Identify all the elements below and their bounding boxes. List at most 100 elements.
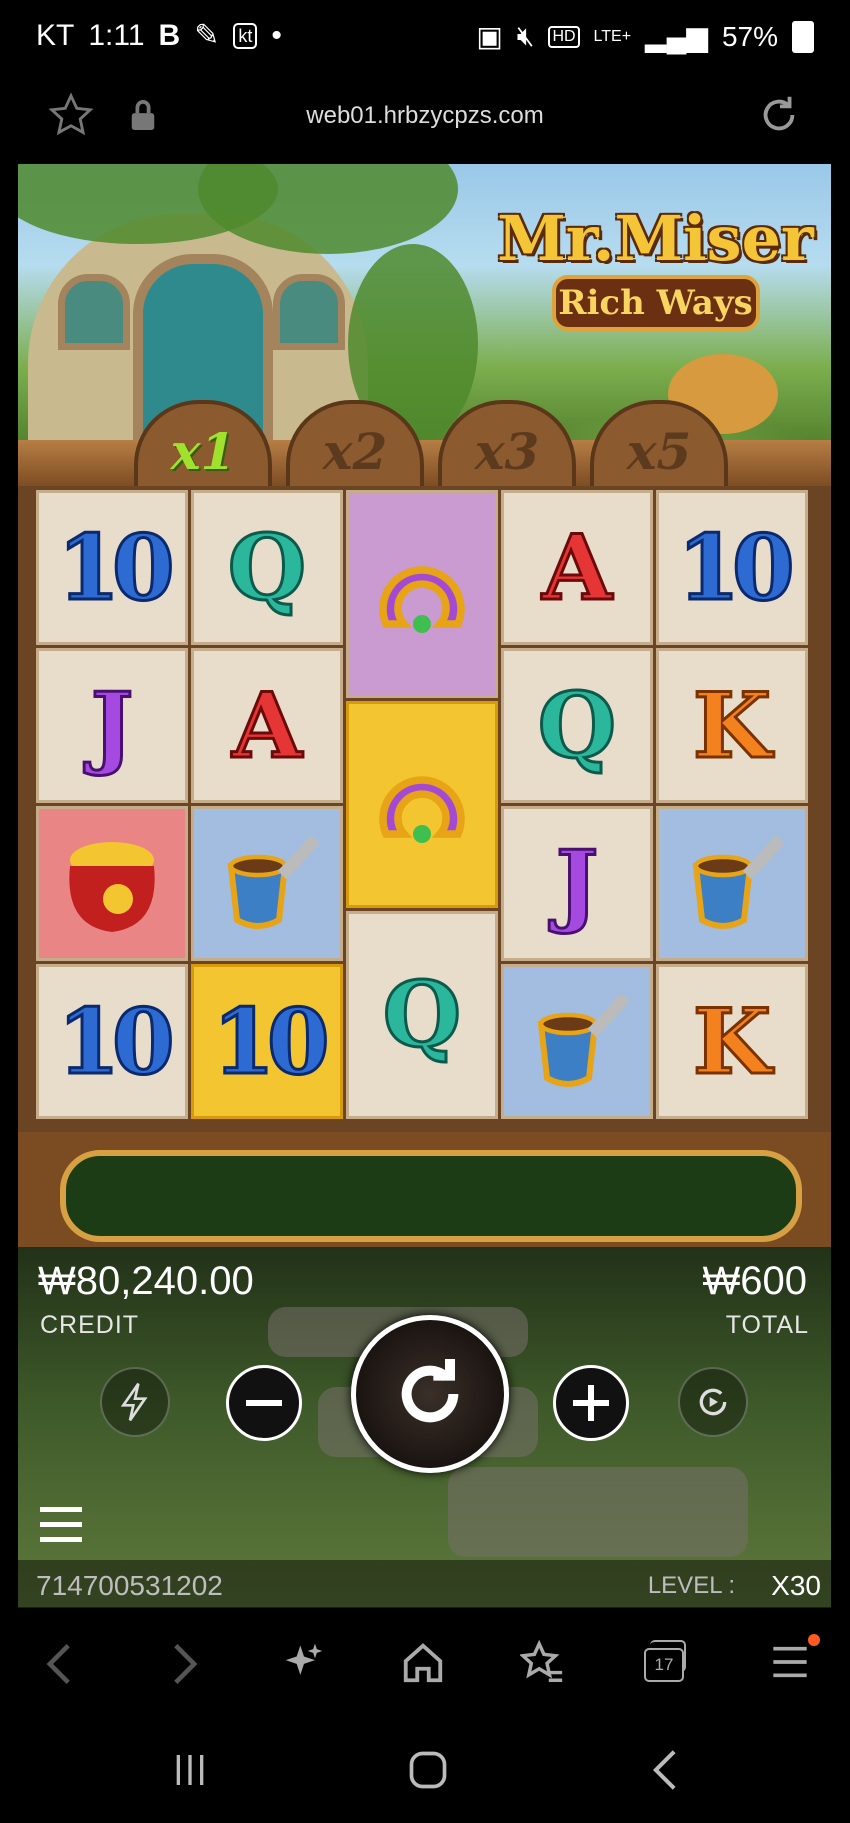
game-canvas[interactable]: Mr.Miser Rich Ways x1 x2 x3 x5 10 J 10 Q A 10… bbox=[18, 164, 831, 1608]
horseshoe-icon bbox=[379, 776, 465, 844]
battery-icon bbox=[792, 20, 814, 53]
reel-symbol-pot-of-gold bbox=[36, 806, 188, 961]
reel-symbol-K: K bbox=[656, 648, 808, 803]
reel-symbol-Q: Q bbox=[346, 911, 498, 1119]
house-window bbox=[58, 274, 130, 350]
hd-icon: HD bbox=[548, 25, 580, 48]
message-panel bbox=[60, 1150, 802, 1242]
forward-icon[interactable] bbox=[170, 1642, 200, 1686]
carrier-label: KT bbox=[36, 18, 75, 52]
reel-symbol-A: A bbox=[191, 648, 343, 803]
reel-grid: 10 J 10 Q A 10 Q A Q J 10 K K bbox=[18, 486, 831, 1134]
symbol-letter: 10 bbox=[211, 987, 331, 1096]
control-area: ₩80,240.00 CREDIT ₩600 TOTAL bbox=[18, 1247, 831, 1607]
symbol-letter: A bbox=[231, 671, 304, 780]
total-bet-value: ₩600 bbox=[702, 1259, 808, 1303]
game-logo: Mr.Miser Rich Ways bbox=[493, 202, 818, 342]
browser-bottom-bar: 17 bbox=[0, 1610, 850, 1720]
symbol-letter: Q bbox=[381, 961, 462, 1070]
increase-bet-button[interactable] bbox=[553, 1365, 629, 1441]
symbol-letter: Q bbox=[536, 671, 617, 780]
total-bet-label: TOTAL bbox=[725, 1311, 809, 1339]
symbol-letter: J bbox=[554, 829, 600, 938]
stone-path bbox=[448, 1467, 748, 1557]
logo-subtitle: Rich Ways bbox=[551, 275, 760, 331]
tabs-button[interactable]: 17 bbox=[644, 1640, 686, 1682]
notification-dot: • bbox=[271, 18, 282, 52]
mute-icon: 🔇︎ bbox=[516, 20, 535, 51]
recent-apps-icon[interactable] bbox=[170, 1750, 210, 1790]
reel-symbol-pipe bbox=[191, 806, 343, 961]
autoplay-button[interactable] bbox=[678, 1367, 748, 1437]
session-id: 714700531202 bbox=[36, 1570, 223, 1601]
spin-button[interactable] bbox=[351, 1315, 509, 1473]
symbol-letter: K bbox=[691, 987, 772, 1096]
autoplay-icon bbox=[699, 1388, 727, 1416]
turbo-button[interactable] bbox=[100, 1367, 170, 1437]
minus-icon bbox=[246, 1400, 282, 1406]
browser-menu-icon[interactable] bbox=[770, 1644, 810, 1680]
reel-symbol-pipe bbox=[501, 964, 653, 1119]
back-icon[interactable] bbox=[44, 1642, 74, 1686]
game-background-scene: Mr.Miser Rich Ways bbox=[18, 164, 831, 454]
horseshoe-icon bbox=[379, 566, 465, 633]
level-label: LEVEL : bbox=[647, 1572, 735, 1599]
clock: 1:11 bbox=[88, 18, 145, 52]
house-window bbox=[273, 274, 345, 350]
reel-symbol-pipe bbox=[656, 806, 808, 961]
symbol-letter: K bbox=[691, 671, 772, 780]
spin-arrow-icon bbox=[401, 1359, 459, 1423]
message-panel-frame bbox=[18, 1132, 831, 1247]
level-value: X30 bbox=[771, 1570, 821, 1601]
logo-title: Mr.Miser bbox=[497, 202, 814, 275]
status-bar: KT 1:11 B ✎ kt • ▣ 🔇︎ HD LTE+ ▂▄▆ 57% bbox=[0, 0, 850, 80]
battery-percent: 57% bbox=[721, 20, 778, 52]
reel-symbol-A: A bbox=[501, 490, 653, 645]
sparkle-icon[interactable] bbox=[282, 1640, 326, 1684]
reel-symbol-horseshoe bbox=[346, 490, 498, 698]
reel-symbol-Q: Q bbox=[501, 648, 653, 803]
pipe-icon bbox=[537, 992, 630, 1087]
reel-symbol-horseshoe bbox=[346, 700, 498, 909]
plus-icon bbox=[573, 1385, 609, 1421]
symbol-letter: J bbox=[89, 671, 135, 780]
battery-saver-icon: ▣ bbox=[476, 21, 503, 52]
reel-symbol-K: K bbox=[656, 964, 808, 1119]
tab-count: 17 bbox=[644, 1648, 684, 1682]
bookmarks-icon[interactable] bbox=[520, 1640, 566, 1686]
symbol-letter: 10 bbox=[56, 987, 176, 1096]
reel-symbol-10: 10 bbox=[191, 964, 343, 1119]
symbol-letter: 10 bbox=[676, 513, 796, 622]
menu-hamburger-icon[interactable] bbox=[40, 1507, 82, 1543]
pipe-icon bbox=[692, 834, 785, 929]
lightning-icon bbox=[120, 1382, 148, 1422]
credit-label: CREDIT bbox=[40, 1311, 140, 1339]
home-nav-icon[interactable] bbox=[406, 1748, 450, 1792]
menu-notification-dot bbox=[808, 1634, 820, 1646]
system-navigation-bar bbox=[0, 1720, 850, 1823]
symbol-letter: A bbox=[541, 513, 614, 622]
reel-symbol-10: 10 bbox=[36, 490, 188, 645]
back-nav-icon[interactable] bbox=[650, 1748, 680, 1792]
b-app-icon: B bbox=[158, 18, 181, 52]
reel-symbol-J: J bbox=[501, 806, 653, 961]
reel-symbol-J: J bbox=[36, 648, 188, 803]
lte-icon: LTE+ bbox=[593, 27, 632, 45]
reload-icon[interactable] bbox=[756, 92, 802, 138]
pot-of-gold-icon bbox=[69, 841, 155, 932]
signal-icon: ▂▄▆ bbox=[645, 21, 708, 52]
url-text[interactable]: web01.hrbzycpzs.com bbox=[0, 102, 850, 130]
pencil-icon: ✎ bbox=[194, 19, 220, 52]
decrease-bet-button[interactable] bbox=[226, 1365, 302, 1441]
browser-url-bar: web01.hrbzycpzs.com bbox=[0, 80, 850, 162]
credit-value: ₩80,240.00 bbox=[38, 1259, 254, 1303]
reel-symbol-10: 10 bbox=[36, 964, 188, 1119]
symbol-letter: Q bbox=[226, 513, 307, 622]
reel-symbol-10: 10 bbox=[656, 490, 808, 645]
pipe-icon bbox=[227, 834, 320, 929]
reel-symbol-Q: Q bbox=[191, 490, 343, 645]
symbol-letter: 10 bbox=[56, 513, 176, 622]
kt-badge-icon: kt bbox=[233, 22, 258, 49]
home-icon[interactable] bbox=[400, 1640, 446, 1686]
game-footer: 714700531202 LEVEL : X30 bbox=[18, 1560, 831, 1608]
